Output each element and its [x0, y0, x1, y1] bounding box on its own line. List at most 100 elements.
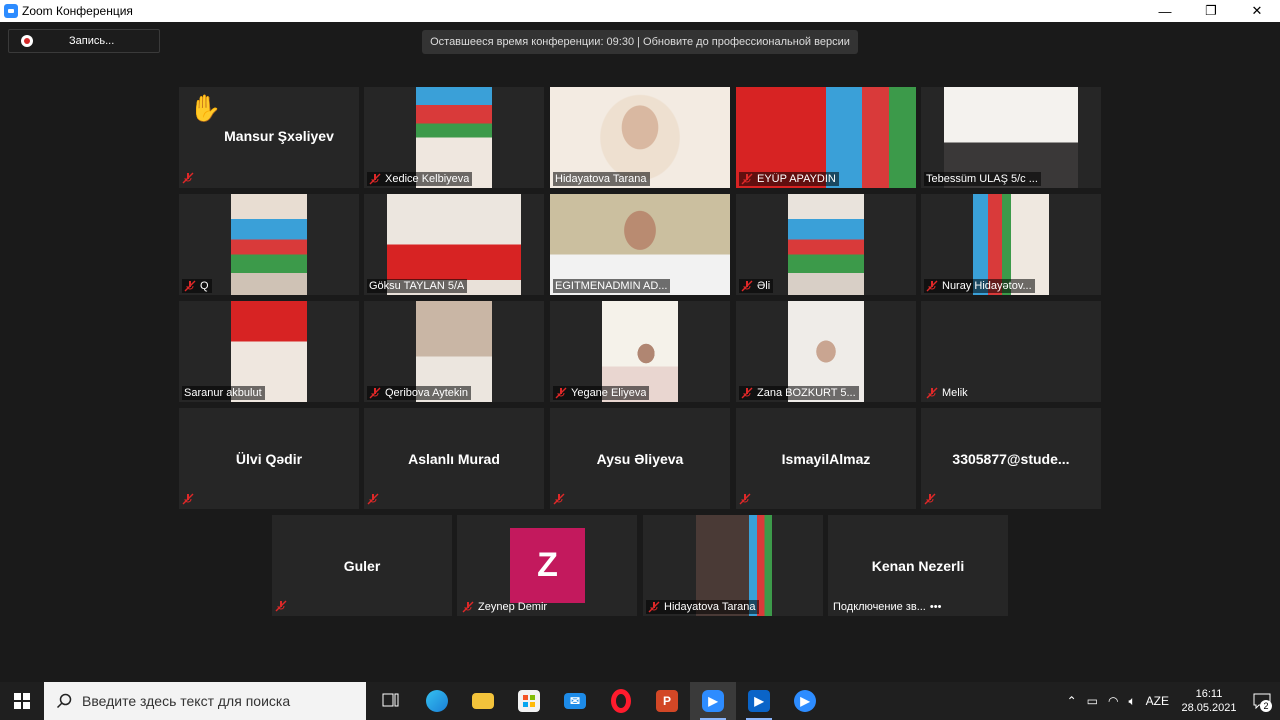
participant-name: IsmayilAlmaz: [781, 450, 871, 467]
close-button[interactable]: ✕: [1234, 0, 1280, 22]
muted-mic-icon: [184, 280, 196, 292]
muted-mic-icon: [741, 387, 753, 399]
time-remaining-banner[interactable]: Оставшееся время конференции: 09:30 | Об…: [422, 30, 858, 54]
battery-icon[interactable]: ▭: [1087, 694, 1098, 708]
record-button[interactable]: Запись...: [8, 29, 160, 53]
participant-name: Zeynep Demir: [478, 601, 548, 613]
muted-mic-icon: [275, 600, 287, 612]
taskbar-media-player[interactable]: ▶: [736, 682, 782, 720]
participant-tile[interactable]: Saranur akbulut: [179, 301, 359, 402]
name-label: Əli: [739, 279, 774, 293]
taskbar-store[interactable]: [506, 682, 552, 720]
restore-button[interactable]: ❐: [1188, 0, 1234, 22]
show-hidden-icons-icon[interactable]: ⌃: [1067, 694, 1077, 708]
name-label: Yegane Eliyeva: [553, 386, 650, 400]
participant-tile[interactable]: Göksu TAYLAN 5/A: [364, 194, 544, 295]
more-options-icon[interactable]: •••: [930, 601, 942, 613]
clock[interactable]: 16:11 28.05.2021: [1174, 687, 1244, 715]
participant-name: Xedice Kelbiyeva: [385, 173, 470, 185]
muted-mic-icon: [367, 493, 379, 505]
muted-mic-icon: [741, 280, 753, 292]
participant-tile[interactable]: Qeribova Aytekin: [364, 301, 544, 402]
taskbar-zoom-meetings[interactable]: ▶: [782, 682, 828, 720]
participant-tile[interactable]: ✋ Mansur Şxəliyev: [179, 87, 359, 188]
name-label: Q: [182, 279, 212, 293]
muted-mic-icon: [369, 387, 381, 399]
participant-tile[interactable]: Zana BOZKURT 5...: [736, 301, 916, 402]
folder-icon: [472, 693, 494, 709]
participant-name: EYÜP APAYDIN: [757, 173, 836, 185]
participant-tile[interactable]: 3305877@stude...: [921, 408, 1101, 509]
participant-name: 3305877@stude...: [952, 450, 1070, 467]
edge-icon: [426, 690, 448, 712]
participant-name: Guler: [343, 557, 381, 574]
task-view-button[interactable]: [368, 682, 414, 720]
participant-tile[interactable]: Q: [179, 194, 359, 295]
wifi-icon[interactable]: ◠: [1108, 694, 1118, 708]
search-input[interactable]: [82, 693, 362, 709]
name-label: Göksu TAYLAN 5/A: [367, 279, 468, 293]
volume-icon[interactable]: 🔈︎: [1128, 694, 1135, 709]
participant-tile-active-speaker[interactable]: EGITMENADMIN AD...: [550, 194, 730, 295]
participant-name: Hidayatova Tarana: [664, 601, 756, 613]
taskbar-file-explorer[interactable]: [460, 682, 506, 720]
name-label: Melik: [924, 386, 971, 400]
muted-mic-icon: [926, 387, 938, 399]
participant-tile[interactable]: Melik: [921, 301, 1101, 402]
participant-tile[interactable]: Nuray Hidayətov...: [921, 194, 1101, 295]
participant-tile[interactable]: Kenan Nezerli Подключение зв... •••: [828, 515, 1008, 616]
participant-name: Zana BOZKURT 5...: [757, 387, 856, 399]
participant-tile[interactable]: Tebessüm ULAŞ 5/c ...: [921, 87, 1101, 188]
name-label: Saranur akbulut: [182, 386, 265, 400]
participant-name: Tebessüm ULAŞ 5/c ...: [926, 173, 1038, 185]
participant-name: Ülvi Qədir: [235, 450, 303, 467]
name-label: EGITMENADMIN AD...: [553, 279, 671, 293]
muted-mic-icon: [555, 387, 567, 399]
taskbar-opera[interactable]: [598, 682, 644, 720]
taskbar-search[interactable]: [44, 682, 366, 720]
video-feed: [788, 194, 864, 295]
participant-tile[interactable]: Aysu Əliyeva: [550, 408, 730, 509]
participant-tile[interactable]: Yegane Eliyeva: [550, 301, 730, 402]
participant-name: Hidayatova Tarana: [555, 173, 647, 185]
participant-tile[interactable]: Xedice Kelbiyeva: [364, 87, 544, 188]
participant-tile[interactable]: EYÜP APAYDIN: [736, 87, 916, 188]
taskbar-edge[interactable]: [414, 682, 460, 720]
participant-tile[interactable]: IsmayilAlmaz: [736, 408, 916, 509]
taskbar-powerpoint[interactable]: P: [644, 682, 690, 720]
notification-count: 2: [1260, 700, 1272, 712]
zoom-app-icon: [4, 4, 18, 18]
participant-tile[interactable]: Z Zeynep Demir: [457, 515, 637, 616]
name-label: Tebessüm ULAŞ 5/c ...: [924, 172, 1041, 186]
participant-tile[interactable]: Hidayatova Tarana: [550, 87, 730, 188]
notification-center-button[interactable]: 2: [1244, 682, 1280, 720]
task-view-icon: [382, 693, 399, 707]
participant-name: Kenan Nezerli: [871, 557, 965, 574]
language-indicator[interactable]: AZE: [1146, 694, 1169, 708]
raised-hand-icon: ✋: [189, 93, 222, 123]
taskbar-zoom[interactable]: ▶: [690, 682, 736, 720]
start-button[interactable]: [0, 682, 44, 720]
participant-name: Əli: [757, 280, 771, 292]
connection-status: Подключение зв...: [833, 601, 926, 613]
participant-name: Yegane Eliyeva: [571, 387, 647, 399]
name-label: Hidayatova Tarana: [646, 600, 759, 614]
minimize-button[interactable]: —: [1142, 0, 1188, 22]
participant-tile[interactable]: Guler: [272, 515, 452, 616]
name-label: Nuray Hidayətov...: [924, 279, 1035, 293]
media-player-icon: ▶: [748, 690, 770, 712]
zoom-meetings-icon: ▶: [794, 690, 816, 712]
participant-tile[interactable]: Əli: [736, 194, 916, 295]
participant-name: Q: [200, 280, 209, 292]
muted-mic-icon: [182, 493, 194, 505]
muted-mic-icon: [369, 173, 381, 185]
taskbar-mail[interactable]: ✉: [552, 682, 598, 720]
participant-tile[interactable]: Aslanlı Murad: [364, 408, 544, 509]
windows-taskbar: ✉ P ▶ ▶ ▶ ⌃ ▭ ◠ 🔈︎ AZE 16:11 28.05.2021 …: [0, 682, 1280, 720]
participant-tile[interactable]: Ülvi Qədir: [179, 408, 359, 509]
name-label: Qeribova Aytekin: [367, 386, 471, 400]
system-tray: ⌃ ▭ ◠ 🔈︎ AZE 16:11 28.05.2021 2: [1062, 682, 1280, 720]
participant-tile[interactable]: Hidayatova Tarana: [643, 515, 823, 616]
name-label: Подключение зв... •••: [831, 600, 944, 614]
participant-name: Göksu TAYLAN 5/A: [369, 280, 465, 292]
